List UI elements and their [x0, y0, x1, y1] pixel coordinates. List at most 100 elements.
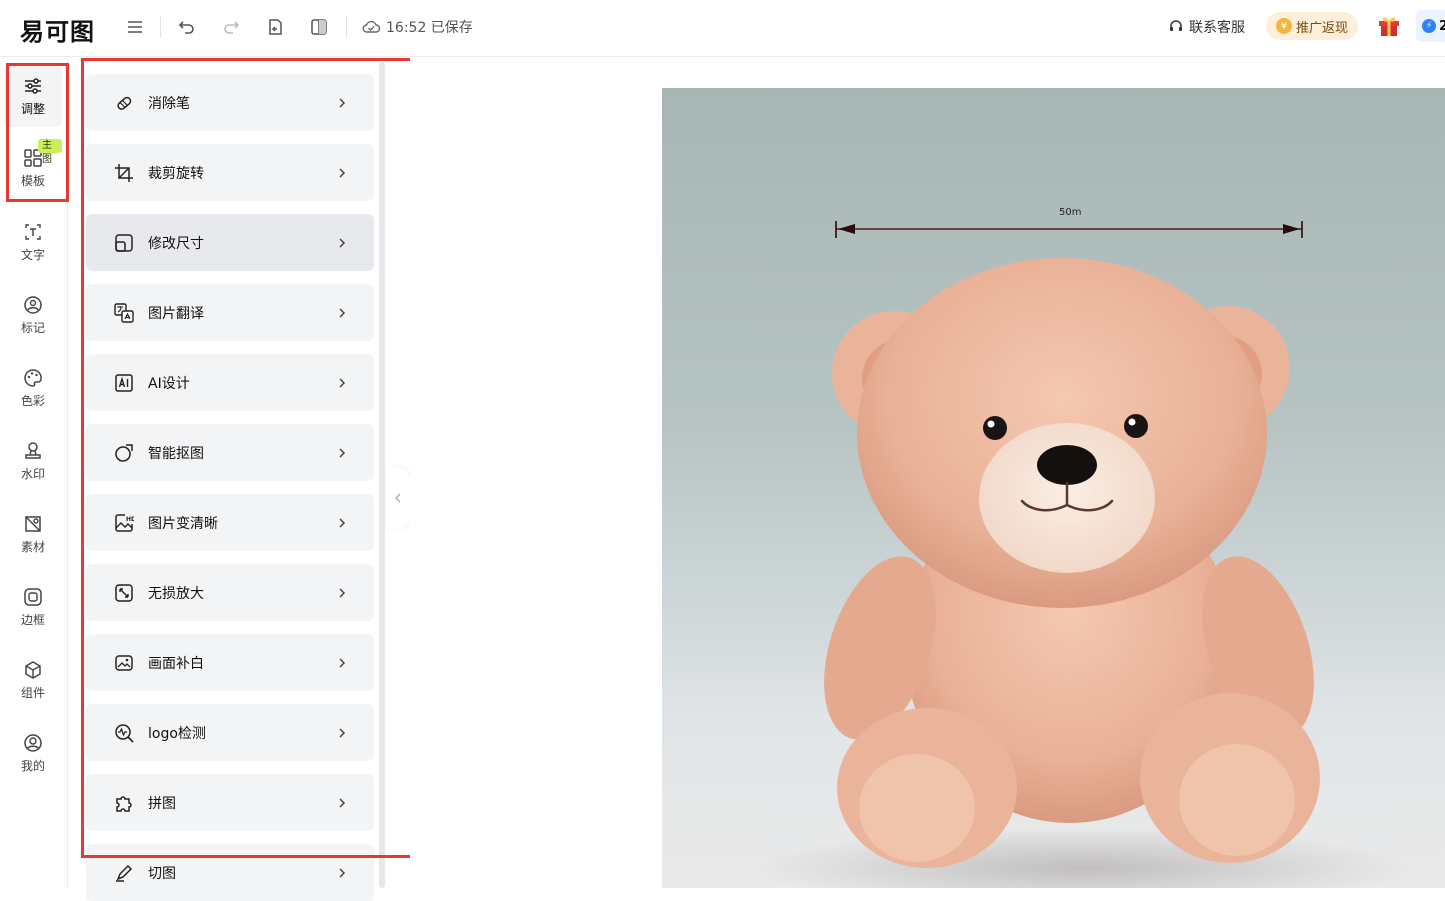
headset-icon [1170, 20, 1182, 31]
translate-icon [114, 302, 134, 323]
redo-icon[interactable] [220, 16, 242, 38]
chevron-right-icon [339, 237, 346, 248]
rail-item-component[interactable]: 组件 [4, 649, 62, 711]
tool-label: 画面补白 [148, 655, 204, 672]
rail-item-label: 素材 [20, 539, 45, 554]
support-label: 联系客服 [1189, 20, 1245, 36]
ai-icon [114, 373, 134, 393]
gift-icon[interactable] [1376, 12, 1402, 38]
tool-label: 切图 [148, 865, 176, 882]
tool-lossless-enlarge[interactable]: 无损放大 [86, 564, 374, 621]
rail-item-mark[interactable]: 标记 [4, 284, 62, 346]
promo-button[interactable]: ¥ 推广返现 [1266, 12, 1358, 40]
tool-label: 消除笔 [148, 95, 190, 112]
rail-item-text[interactable]: 文字 [4, 211, 62, 273]
chevron-right-icon [339, 797, 346, 808]
save-status: 16:52 已保存 [362, 16, 473, 38]
left-rail: 调整 主图 模板 文字 标记 色彩 水印 素材 边框 组件 我的 [0, 57, 68, 888]
tool-label: logo检测 [148, 725, 206, 742]
hd-icon: HD [114, 513, 134, 533]
tool-label: 裁剪旋转 [148, 165, 204, 182]
tool-logo-detect[interactable]: logo检测 [86, 704, 374, 761]
svg-text:HD: HD [126, 516, 134, 523]
chevron-left-icon [395, 493, 401, 503]
tool-resize[interactable]: 修改尺寸 [86, 214, 374, 271]
rail-item-label: 水印 [20, 466, 45, 481]
rail-item-adjust[interactable]: 调整 [4, 65, 62, 127]
vip-number: 2 [1439, 18, 1445, 34]
chevron-right-icon [339, 447, 346, 458]
tool-label: 智能抠图 [148, 445, 204, 462]
tool-eraser[interactable]: 消除笔 [86, 74, 374, 131]
material-icon [25, 515, 41, 532]
chevron-right-icon [339, 517, 346, 528]
enlarge-icon [114, 583, 134, 603]
rail-item-label: 边框 [20, 612, 45, 627]
tool-ai-design[interactable]: AI设计 [86, 354, 374, 411]
tool-translate[interactable]: 图片翻译 [86, 284, 374, 341]
tool-panel: 消除笔 裁剪旋转 修改尺寸 图片翻译 AI设计 智能抠图 HD 图片变清晰 无损… [69, 57, 389, 901]
canvas-area[interactable]: 50m [410, 57, 1445, 888]
tool-label: 图片翻译 [148, 305, 204, 322]
sliders-icon [25, 77, 41, 94]
cloud-check-icon [362, 20, 380, 33]
toolbar-divider [346, 16, 347, 38]
top-bar: 易可图 16:52 已保存 联系客服 ¥ 推广返现 ⚡ 2 [0, 0, 1445, 57]
cutout-icon [114, 443, 134, 463]
undo-icon[interactable] [176, 16, 198, 38]
vip-chip[interactable]: ⚡ 2 [1416, 10, 1445, 42]
tool-sharpen[interactable]: HD 图片变清晰 [86, 494, 374, 551]
tool-label: AI设计 [148, 375, 190, 392]
menu-icon[interactable] [124, 16, 146, 38]
toolbar-divider [160, 16, 161, 38]
tool-collage[interactable]: 拼图 [86, 774, 374, 831]
app-logo[interactable]: 易可图 [20, 12, 95, 47]
logo-detect-icon [114, 723, 134, 743]
stamp-icon [25, 441, 41, 459]
puzzle-icon [114, 793, 134, 813]
fill-icon [114, 653, 134, 673]
history-icon[interactable] [264, 16, 286, 38]
crop-icon [114, 163, 134, 183]
rail-item-label: 标记 [20, 320, 45, 335]
chevron-right-icon [339, 657, 346, 668]
teddy-bear-illustration [752, 221, 1412, 888]
chevron-right-icon [339, 727, 346, 738]
panel-scrollbar[interactable] [379, 62, 385, 888]
mark-icon [24, 295, 42, 314]
collapse-panel-button[interactable] [386, 468, 410, 528]
slice-icon [114, 863, 134, 883]
chevron-right-icon [339, 867, 346, 878]
rail-item-material[interactable]: 素材 [4, 503, 62, 565]
cube-icon [25, 660, 41, 679]
main-image-badge: 主图 [38, 139, 62, 165]
support-button[interactable]: 联系客服 [1168, 16, 1245, 38]
chevron-right-icon [339, 97, 346, 108]
tool-slice[interactable]: 切图 [86, 844, 374, 901]
rail-item-label: 模板 [20, 173, 45, 188]
rail-item-mine[interactable]: 我的 [4, 722, 62, 784]
text-icon [25, 223, 41, 240]
tool-label: 无损放大 [148, 585, 204, 602]
tool-smart-cutout[interactable]: 智能抠图 [86, 424, 374, 481]
palette-icon [24, 368, 42, 387]
product-image[interactable]: 50m [662, 88, 1445, 888]
rail-item-color[interactable]: 色彩 [4, 357, 62, 419]
save-time: 16:52 已保存 [386, 20, 473, 36]
eraser-icon [114, 93, 134, 113]
rail-item-watermark[interactable]: 水印 [4, 430, 62, 492]
coin-icon: ¥ [1275, 18, 1292, 34]
user-icon [24, 733, 42, 752]
rail-item-label: 我的 [20, 758, 45, 773]
tool-canvas-fill[interactable]: 画面补白 [86, 634, 374, 691]
chevron-right-icon [339, 307, 346, 318]
chevron-right-icon [339, 587, 346, 598]
rail-item-label: 色彩 [20, 393, 45, 408]
compare-icon[interactable] [308, 16, 330, 38]
tool-label: 拼图 [148, 795, 176, 812]
tool-crop-rotate[interactable]: 裁剪旋转 [86, 144, 374, 201]
rail-item-template[interactable]: 主图 模板 [4, 137, 62, 199]
bolt-icon: ⚡ [1422, 19, 1436, 33]
rail-item-frame[interactable]: 边框 [4, 576, 62, 638]
resize-icon [114, 233, 134, 253]
